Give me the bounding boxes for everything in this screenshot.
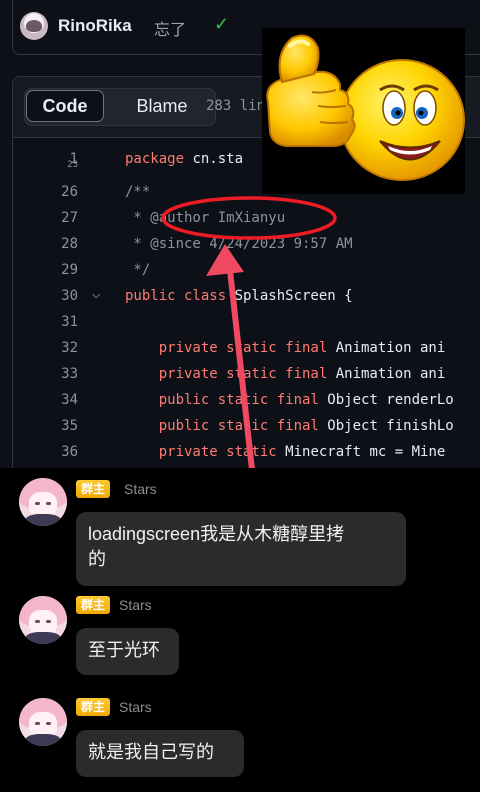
line-number[interactable]: 31: [40, 314, 78, 330]
owner-badge: 群主: [76, 480, 110, 498]
message-bubble[interactable]: 就是我自己写的: [76, 730, 244, 777]
code-token: Object renderLo: [327, 392, 454, 408]
code-text: private static final Animation ani: [125, 340, 446, 356]
sender-name[interactable]: Stars: [119, 699, 152, 715]
code-line[interactable]: 27 * @author ImXianyu: [0, 206, 480, 232]
message-text: 就是我自己写的: [88, 742, 214, 762]
code-token: Animation ani: [335, 340, 446, 356]
tab-blame[interactable]: Blame: [117, 89, 207, 123]
code-token: public static final: [125, 418, 328, 434]
code-line[interactable]: 36 private static Minecraft mc = Mine: [0, 440, 480, 466]
code-token: public class: [125, 288, 235, 304]
owner-badge: 群主: [76, 596, 110, 614]
code-token: * @author ImXianyu: [125, 210, 286, 226]
code-line[interactable]: 34 public static final Object renderLo: [0, 388, 480, 414]
code-token: Minecraft mc = Mine: [285, 444, 446, 460]
code-line[interactable]: 28 * @since 4/24/2023 9:57 AM: [0, 232, 480, 258]
code-token: private static: [125, 444, 286, 460]
code-token: private static final: [125, 340, 336, 356]
code-token: public static final: [125, 392, 328, 408]
code-token: SplashScreen {: [234, 288, 353, 304]
line-number[interactable]: 26: [40, 184, 78, 200]
message-bubble[interactable]: 至于光环: [76, 628, 179, 675]
code-token: * @since 4/24/2023 9:57 AM: [125, 236, 353, 252]
commit-message[interactable]: 忘了: [154, 16, 186, 40]
code-token: Object finishLo: [327, 418, 454, 434]
code-line[interactable]: 32 private static final Animation ani: [0, 336, 480, 362]
code-line[interactable]: 30 ⌵ public class SplashScreen {: [0, 284, 480, 310]
code-text: public class SplashScreen {: [125, 288, 353, 304]
code-line[interactable]: 35 public static final Object finishLo: [0, 414, 480, 440]
message-text: 至于光环: [88, 640, 160, 660]
thumbs-up-emoji-sticker: [262, 28, 465, 194]
code-token: /**: [125, 184, 151, 200]
check-icon[interactable]: ✓: [214, 14, 229, 35]
sender-name[interactable]: Stars: [119, 597, 152, 613]
line-number[interactable]: 34: [40, 392, 78, 408]
code-text: /**: [125, 184, 150, 200]
code-token: package: [125, 151, 193, 167]
chevron-down-icon[interactable]: ⌵: [92, 286, 100, 302]
code-text: * @author ImXianyu: [125, 210, 285, 226]
message-text: loadingscreen我是从木糖醇里拷 的: [88, 524, 345, 569]
line-number[interactable]: 29: [40, 262, 78, 278]
file-lines-info: 283 lin: [206, 98, 266, 114]
line-number-overlap: 23: [67, 160, 78, 170]
line-number[interactable]: 30: [40, 288, 78, 304]
code-token: cn.sta: [192, 151, 244, 167]
line-number[interactable]: 28: [40, 236, 78, 252]
line-number[interactable]: 33: [40, 366, 78, 382]
code-text: * @since 4/24/2023 9:57 AM: [125, 236, 353, 252]
code-text: public static final Object finishLo: [125, 418, 454, 434]
code-text: public static final Object renderLo: [125, 392, 454, 408]
code-token: private static final: [125, 366, 336, 382]
avatar[interactable]: [19, 596, 67, 644]
line-number[interactable]: 35: [40, 418, 78, 434]
code-text: private static final Animation ani: [125, 366, 446, 382]
view-mode-switch: Code Blame: [24, 88, 216, 126]
thumbs-up-emoji-icon: [266, 34, 465, 181]
code-line[interactable]: 33 private static final Animation ani: [0, 362, 480, 388]
avatar[interactable]: [19, 478, 67, 526]
code-text: package cn.sta: [125, 151, 243, 167]
code-line[interactable]: 31: [0, 310, 480, 336]
avatar[interactable]: [19, 698, 67, 746]
committer-avatar[interactable]: [20, 12, 48, 40]
code-token: Animation ani: [335, 366, 446, 382]
code-text: */: [125, 262, 150, 278]
tab-code[interactable]: Code: [26, 90, 104, 122]
message-bubble[interactable]: loadingscreen我是从木糖醇里拷 的: [76, 512, 406, 586]
committer-username[interactable]: RinoRika: [58, 16, 132, 36]
line-number[interactable]: 27: [40, 210, 78, 226]
code-token: */: [125, 262, 151, 278]
line-number[interactable]: 32: [40, 340, 78, 356]
line-number[interactable]: 36: [40, 444, 78, 460]
code-text: private static Minecraft mc = Mine: [125, 444, 446, 460]
code-line[interactable]: 29 */: [0, 258, 480, 284]
owner-badge: 群主: [76, 698, 110, 716]
chat-panel: 群主 Stars loadingscreen我是从木糖醇里拷 的 群主 Star…: [0, 468, 480, 792]
sender-name[interactable]: Stars: [124, 481, 157, 497]
